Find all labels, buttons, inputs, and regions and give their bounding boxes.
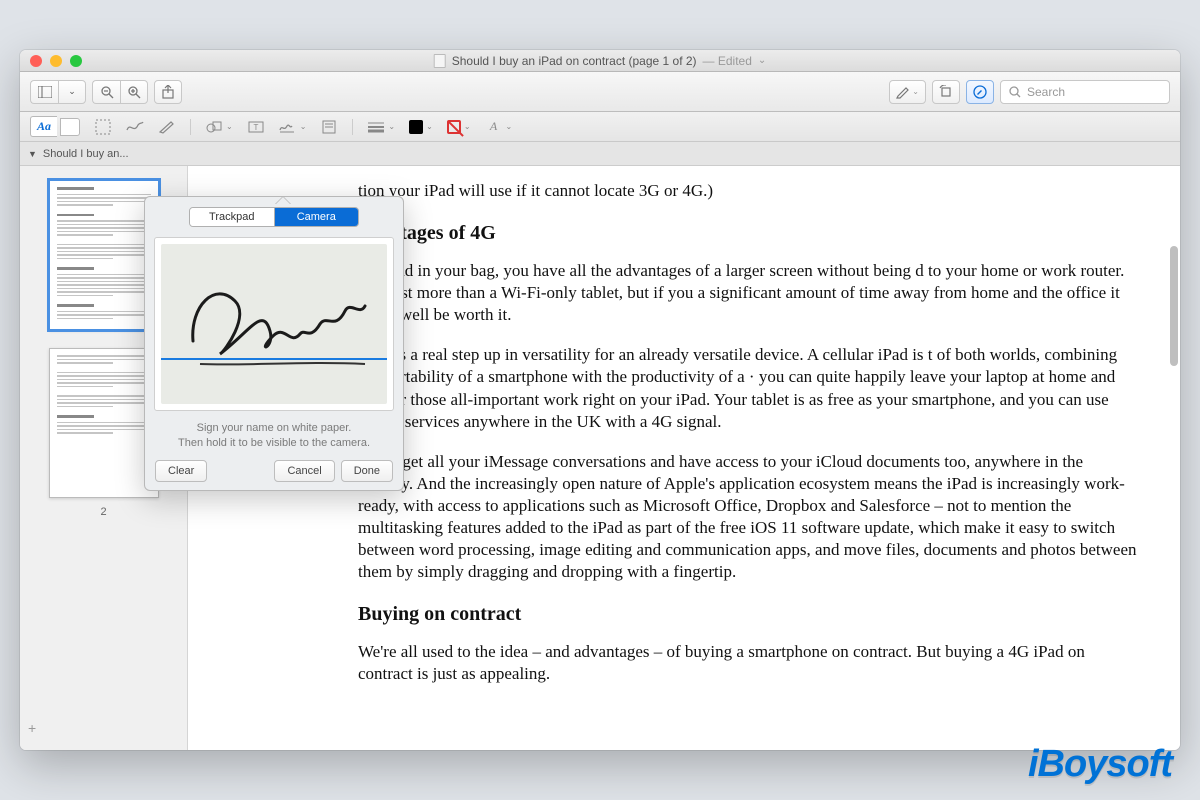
line-style-tool[interactable]: ⌄ (367, 118, 395, 136)
doc-paragraph: tion your iPad will use if it cannot loc… (358, 180, 1140, 202)
signature-hint: Sign your name on white paper. Then hold… (178, 421, 370, 452)
search-icon (1009, 86, 1021, 98)
note-tool[interactable] (320, 118, 338, 136)
view-mode-segment[interactable]: ⌄ (30, 80, 86, 104)
text-tool[interactable]: Aa (30, 116, 80, 137)
sign-tool[interactable]: ⌄ (279, 118, 307, 136)
zoom-segment (92, 80, 148, 104)
preview-window: Should I buy an iPad on contract (page 1… (20, 50, 1180, 750)
doc-paragraph: e 4G is a real step up in versatility fo… (358, 344, 1140, 432)
font-style-tool[interactable]: A⌄ (485, 118, 513, 136)
title-text: Should I buy an iPad on contract (page 1… (452, 54, 697, 68)
signature-popover-footer: Clear Cancel Done (155, 460, 393, 482)
markup-toolbar: Aa ⌄ T ⌄ ⌄ ⌄ ⌄ A⌄ (20, 112, 1180, 142)
fill-color-tool[interactable]: ⌄ (409, 120, 433, 134)
done-button[interactable]: Done (341, 460, 393, 482)
svg-text:T: T (253, 123, 258, 132)
sketch-tool[interactable] (126, 118, 144, 136)
edited-indicator: — Edited (703, 54, 752, 68)
signature-source-segment[interactable]: Trackpad Camera (189, 207, 359, 227)
view-menu-chevron-icon[interactable]: ⌄ (58, 80, 86, 104)
add-page-button[interactable]: + (20, 720, 36, 736)
document-icon (434, 54, 446, 68)
text-box-tool[interactable]: T (247, 118, 265, 136)
share-button[interactable] (154, 80, 182, 104)
search-placeholder: Search (1027, 85, 1065, 99)
highlight-button[interactable]: ⌄ (889, 80, 926, 104)
selection-tool[interactable] (94, 118, 112, 136)
zoom-in-button[interactable] (120, 80, 148, 104)
doc-paragraph: 4G iPad in your bag, you have all the ad… (358, 260, 1140, 326)
rotate-button[interactable] (932, 80, 960, 104)
titlebar: Should I buy an iPad on contract (page 1… (20, 50, 1180, 72)
border-color-tool[interactable]: ⌄ (447, 120, 471, 134)
page-1-thumbnail[interactable] (49, 180, 159, 330)
doc-paragraph: You'll get all your iMessage conversatio… (358, 451, 1140, 584)
search-input[interactable]: Search (1000, 80, 1170, 104)
markup-toggle-button[interactable] (966, 80, 994, 104)
clear-button[interactable]: Clear (155, 460, 207, 482)
trackpad-tab[interactable]: Trackpad (190, 208, 275, 226)
doc-heading-advantages: dvantages of 4G (358, 220, 1140, 246)
signature-camera-preview (154, 237, 394, 411)
main-toolbar: ⌄ ⌄ Search (20, 72, 1180, 112)
shapes-tool[interactable]: ⌄ (205, 118, 233, 136)
scrollbar[interactable] (1170, 246, 1178, 366)
camera-tab[interactable]: Camera (275, 208, 359, 226)
doc-paragraph: We're all used to the idea – and advanta… (358, 641, 1140, 685)
watermark-logo: iBoysoft (1028, 743, 1172, 786)
document-tabbar: ▼ Should I buy an... (20, 142, 1180, 166)
close-window-button[interactable] (30, 55, 42, 67)
window-title[interactable]: Should I buy an iPad on contract (page 1… (434, 54, 767, 68)
zoom-window-button[interactable] (70, 55, 82, 67)
minimize-window-button[interactable] (50, 55, 62, 67)
doc-heading-buying: Buying on contract (358, 601, 1140, 627)
window-controls (20, 55, 82, 67)
draw-tool[interactable] (158, 118, 176, 136)
sidebar-view-icon[interactable] (30, 80, 58, 104)
page-2-number: 2 (100, 506, 106, 518)
tab-label[interactable]: Should I buy an... (43, 148, 129, 160)
signature-popover: Trackpad Camera Sign your name on white … (144, 196, 404, 491)
disclosure-triangle-icon[interactable]: ▼ (28, 149, 37, 159)
zoom-out-button[interactable] (92, 80, 120, 104)
page-2-thumbnail[interactable] (49, 348, 159, 498)
chevron-down-icon: ⌄ (758, 55, 766, 66)
captured-signature (185, 276, 375, 376)
cancel-button[interactable]: Cancel (274, 460, 334, 482)
